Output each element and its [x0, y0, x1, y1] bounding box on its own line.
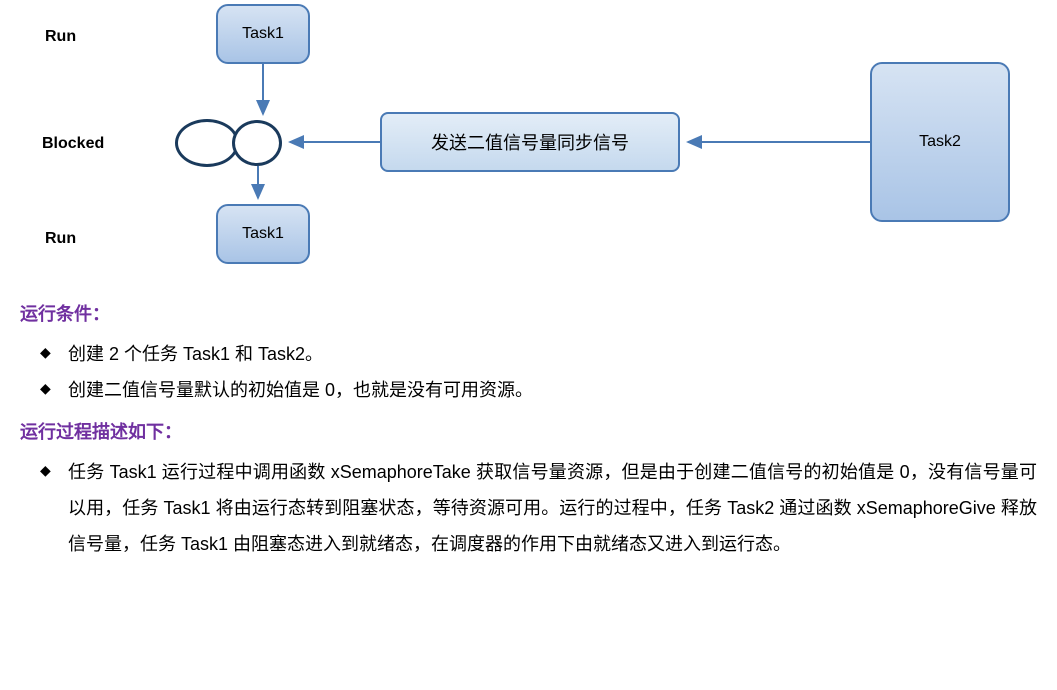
condition-item: 创建二值信号量默认的初始值是 0，也就是没有可用资源。	[40, 372, 1037, 408]
row-label-blocked: Blocked	[42, 135, 104, 153]
conditions-list: 创建 2 个任务 Task1 和 Task2。 创建二值信号量默认的初始值是 0…	[20, 336, 1037, 408]
diagram-area: Run Blocked Run Task1 Task1 发送二值信号量同步信号 …	[0, 0, 1057, 280]
task1-bottom-box: Task1	[216, 204, 310, 264]
task2-box: Task2	[870, 62, 1010, 222]
state-ellipse-right	[232, 120, 282, 166]
message-box: 发送二值信号量同步信号	[380, 112, 680, 172]
text-section: 运行条件： 创建 2 个任务 Task1 和 Task2。 创建二值信号量默认的…	[0, 280, 1057, 586]
condition-item: 创建 2 个任务 Task1 和 Task2。	[40, 336, 1037, 372]
row-label-run-bottom: Run	[45, 230, 76, 248]
process-item: 任务 Task1 运行过程中调用函数 xSemaphoreTake 获取信号量资…	[40, 454, 1037, 562]
state-ellipse-left	[175, 119, 239, 167]
conditions-heading: 运行条件：	[20, 296, 1037, 332]
process-heading: 运行过程描述如下：	[20, 414, 1037, 450]
task1-top-box: Task1	[216, 4, 310, 64]
process-list: 任务 Task1 运行过程中调用函数 xSemaphoreTake 获取信号量资…	[20, 454, 1037, 562]
row-label-run-top: Run	[45, 28, 76, 46]
